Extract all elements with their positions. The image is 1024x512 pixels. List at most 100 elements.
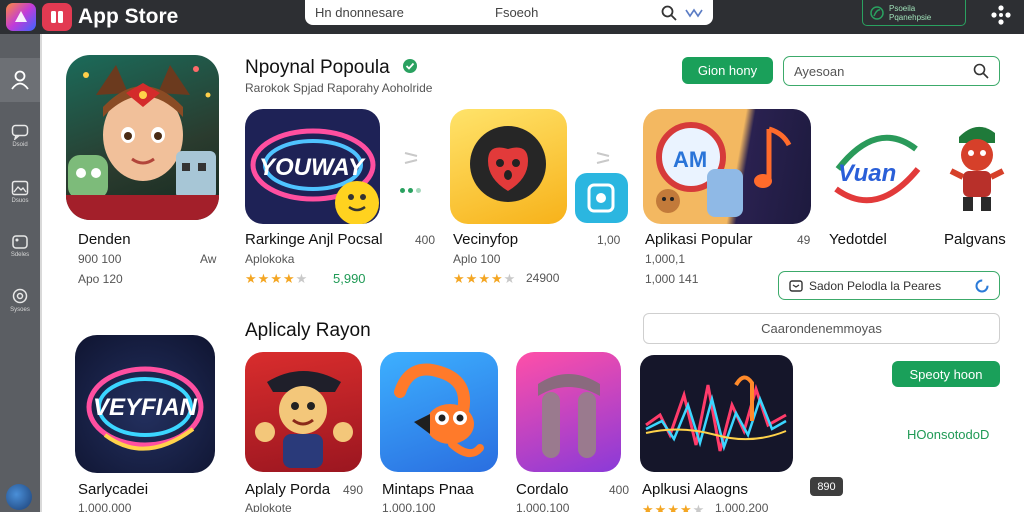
featured-app-image[interactable]: [66, 55, 219, 220]
app-price: 400: [415, 233, 436, 247]
rating-stars: ★ ★ ★ ★ ★: [642, 502, 705, 512]
app-icon-mintaps-pnaa[interactable]: [380, 352, 498, 472]
app-developer: 1,000,1: [645, 252, 686, 266]
account-line-2: Pqanehpsie: [889, 12, 932, 22]
app-icon-rankings[interactable]: YOUWAY: [245, 109, 380, 224]
app-developer: Aplokoka: [245, 252, 295, 266]
app-icon-aplkusi-alaogns[interactable]: [640, 355, 793, 472]
app-name[interactable]: Aplkusi Alaogns: [642, 481, 748, 498]
featured-app-meta: 900 100: [78, 252, 122, 266]
app-downloads: 1,000 141: [645, 272, 699, 286]
app-name[interactable]: Yedotdel: [829, 231, 887, 248]
app-developer: 1,000,100: [382, 501, 436, 512]
app-icon-vecinyfop[interactable]: [450, 109, 567, 224]
svg-text:YOUWAY: YOUWAY: [259, 154, 366, 181]
user-icon: [11, 70, 29, 90]
image-icon: [11, 180, 29, 196]
sidebar-label: Sysoes: [10, 307, 30, 313]
header-green-button[interactable]: Gion hony: [682, 57, 773, 84]
rating-count: 5,990: [333, 271, 366, 286]
sidebar-item-profile[interactable]: [0, 58, 40, 102]
row-action-label: Sadon Pelodla la Peares: [809, 278, 942, 293]
app-name[interactable]: Rarkinge Anjl Pocsal: [245, 231, 383, 248]
app-icon-aplaly-porda[interactable]: [245, 352, 362, 472]
app-name[interactable]: Cordalo: [516, 481, 569, 498]
avatar[interactable]: [6, 484, 32, 510]
message-icon: [789, 279, 803, 292]
account-button[interactable]: Psoeila Pqanehpsie: [862, 0, 966, 26]
section-filter-box[interactable]: Caarondenemmoyas: [643, 313, 1000, 344]
sidebar-label: Dsuos: [11, 198, 29, 204]
app-developer: 1,000,100: [516, 501, 570, 512]
search-icon[interactable]: [973, 63, 989, 79]
app-icon-aplikasi-popular[interactable]: AM: [643, 109, 811, 224]
app-icon-small-blue[interactable]: [575, 173, 628, 223]
sidebar-item-tags[interactable]: Sdeles: [0, 226, 40, 266]
app-developer: Aplokote: [245, 501, 292, 512]
sidebar-item-chat[interactable]: Dsoid: [0, 116, 40, 156]
app-icon-cordalo[interactable]: [516, 352, 621, 472]
sidebar-divider: [40, 34, 42, 512]
apps-grid-icon[interactable]: [990, 4, 1012, 26]
section-title: Aplicaly Rayon: [245, 320, 371, 341]
app-name[interactable]: Vecinyfop: [453, 231, 518, 248]
leaf-icon: [870, 5, 884, 20]
app-developer: 1,000,000: [78, 501, 132, 512]
app-name[interactable]: Aplaly Porda: [245, 481, 330, 498]
top-bar: App Store Hn dnonnesare Fsoeoh Psoeila P…: [0, 0, 1024, 34]
search-text-secondary: Fsoeoh: [495, 5, 539, 20]
featured-app-meta-2: Apo 120: [78, 272, 123, 286]
sidebar: Dsoid Dsuos Sdeles Sysoes: [0, 34, 40, 512]
section-green-label[interactable]: HOonsotodoD: [907, 427, 989, 442]
app-name[interactable]: Sarlycadei: [78, 481, 148, 498]
page-subtitle: Rarokok Spjad Raporahy Aoholride: [245, 81, 433, 95]
section-green-button[interactable]: Speoty hoon: [892, 361, 1000, 387]
app-name[interactable]: Mintaps Pnaa: [382, 481, 474, 498]
bookmark-logo-icon: [42, 3, 72, 31]
settings-icon: [12, 288, 28, 304]
app-price: 490: [343, 483, 364, 497]
app-icon-yedotdel[interactable]: Vuan: [828, 109, 926, 224]
app-name[interactable]: Aplikasi Popular: [645, 231, 753, 248]
featured-app-tag: Aw: [200, 252, 217, 266]
svg-text:VEYFIAN: VEYFIAN: [93, 394, 198, 421]
app-icon-sarlycadei[interactable]: VEYFIAN: [75, 335, 215, 473]
app-developer: Aplo 100: [453, 252, 501, 266]
verified-icon: [403, 59, 417, 73]
top-search-bar[interactable]: Hn dnonnesare Fsoeoh: [305, 0, 713, 25]
filter-icon[interactable]: [685, 8, 703, 18]
account-line-1: Psoeila: [889, 3, 916, 13]
sidebar-label: Sdeles: [10, 252, 30, 258]
app-name[interactable]: Palgvans: [944, 231, 1006, 248]
row-action-button[interactable]: Sadon Pelodla la Peares: [778, 271, 1000, 300]
sidebar-item-settings[interactable]: Sysoes: [0, 280, 40, 320]
app-icon-palgvans[interactable]: [945, 115, 1010, 220]
app-name: App Store: [78, 5, 179, 28]
app-price: 400: [609, 483, 630, 497]
app-price: 1,00: [597, 233, 621, 247]
page-title: Npoynal Popoula: [245, 57, 390, 78]
brand[interactable]: App Store: [6, 2, 178, 32]
arrow-icon: [596, 152, 610, 164]
search-icon[interactable]: [661, 5, 677, 21]
app-store-logo-icon: [6, 3, 36, 31]
rating-stars: ★ ★ ★ ★ ★: [453, 271, 516, 286]
sidebar-label: Dsoid: [12, 142, 28, 148]
loading-icon: [975, 279, 989, 292]
arrow-icon: [404, 152, 418, 164]
carousel-dots: [400, 188, 421, 193]
search-input[interactable]: Ayesoan: [783, 56, 1000, 86]
count-badge: 890: [810, 477, 843, 496]
featured-app-name[interactable]: Denden: [78, 231, 131, 248]
rating-count: 24900: [526, 271, 560, 285]
search-text-primary: Hn dnonnesare: [315, 5, 404, 20]
sidebar-item-images[interactable]: Dsuos: [0, 172, 40, 212]
app-price: 49: [797, 233, 811, 247]
svg-text:Vuan: Vuan: [838, 160, 896, 187]
search-placeholder: Ayesoan: [794, 63, 845, 79]
tag-icon: [12, 235, 28, 249]
app-developer: 1,000,200: [715, 501, 769, 512]
rating-stars: ★ ★ ★ ★ ★: [245, 271, 308, 286]
svg-text:AM: AM: [673, 147, 707, 172]
chat-icon: [11, 124, 29, 140]
